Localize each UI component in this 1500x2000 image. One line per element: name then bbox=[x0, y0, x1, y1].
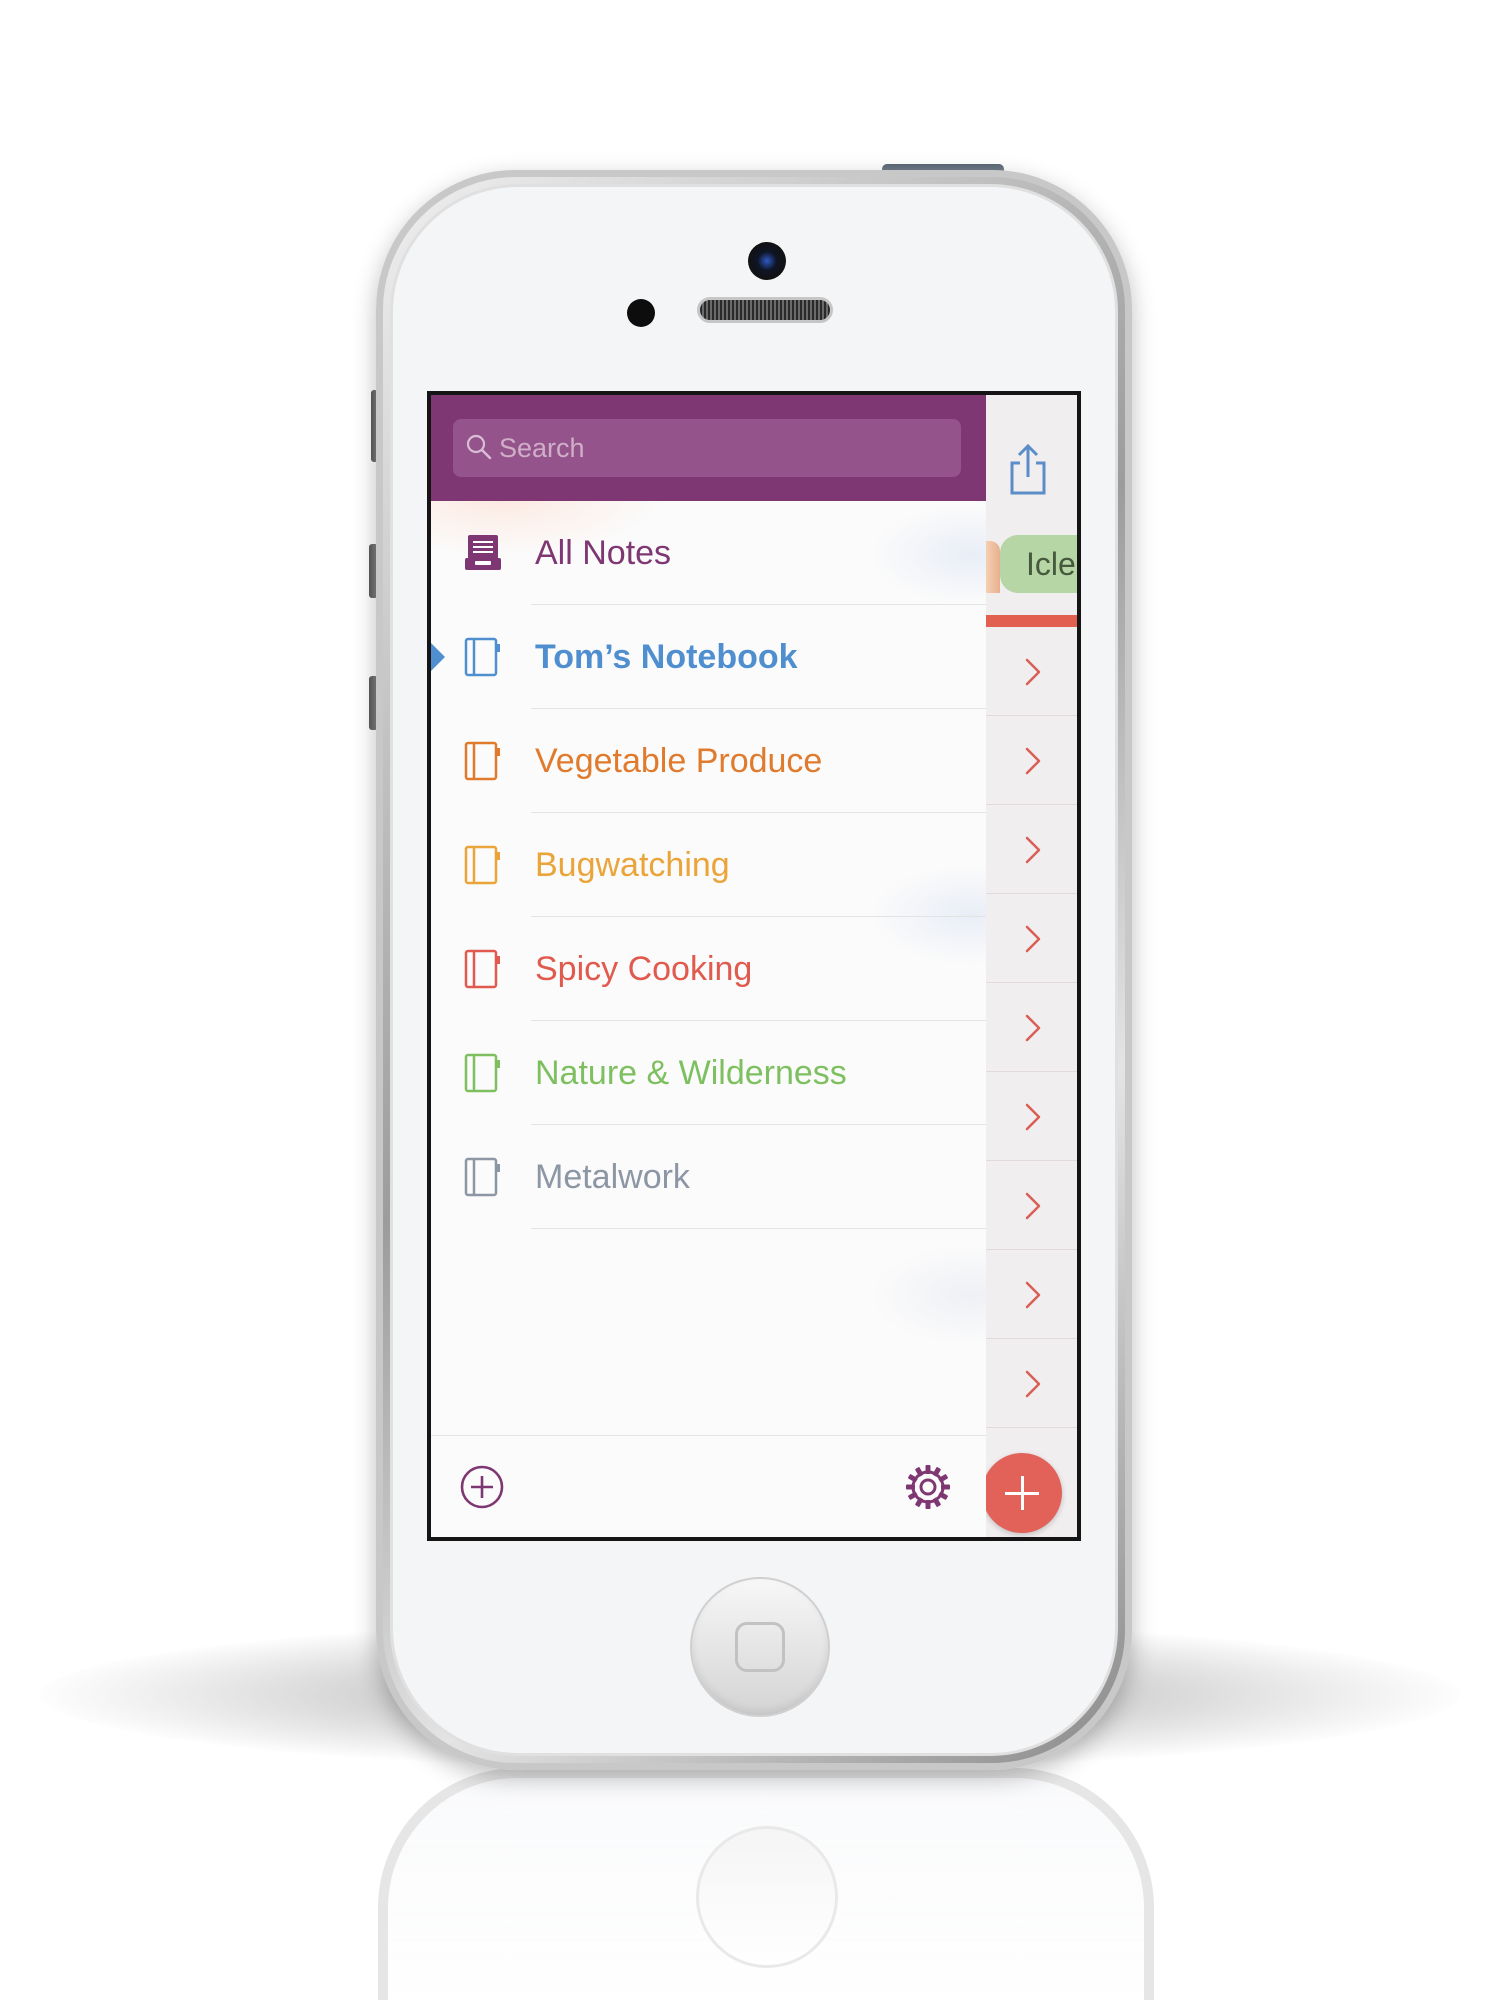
notes-pane: Icle bbox=[986, 395, 1077, 1537]
device-mockup: Icle All Notes Tom’s Notebook Vegetable Pr… bbox=[0, 0, 1500, 2000]
new-note-button[interactable] bbox=[982, 1453, 1062, 1533]
chevron-right-icon bbox=[1025, 1103, 1041, 1131]
note-row[interactable] bbox=[986, 983, 1077, 1072]
sidebar-item-label: Tom’s Notebook bbox=[535, 638, 798, 676]
all-notes-icon bbox=[465, 535, 501, 570]
note-row[interactable] bbox=[986, 805, 1077, 894]
share-button[interactable] bbox=[1008, 443, 1048, 497]
sidebar-item-label: Vegetable Produce bbox=[535, 742, 823, 780]
app-screen: Icle All Notes Tom’s Notebook Vegetable Pr… bbox=[427, 391, 1081, 1541]
earpiece-speaker bbox=[697, 297, 833, 323]
notebook-icon bbox=[464, 1053, 500, 1093]
sidebar-item[interactable]: Nature & Wilderness bbox=[431, 1021, 986, 1125]
sidebar-item-label: Metalwork bbox=[535, 1158, 690, 1196]
notebook-icon bbox=[464, 741, 500, 781]
note-thumbnail bbox=[986, 541, 1000, 593]
sidebar-item-label: Bugwatching bbox=[535, 846, 730, 884]
tag-label: Icle bbox=[1026, 546, 1076, 582]
share-icon bbox=[1010, 443, 1046, 495]
search-field[interactable] bbox=[453, 419, 961, 477]
chevron-right-icon bbox=[1025, 925, 1041, 953]
chevron-right-icon bbox=[1025, 747, 1041, 775]
search-input[interactable] bbox=[499, 419, 939, 477]
sidebar-toolbar bbox=[431, 1435, 986, 1537]
note-row[interactable] bbox=[986, 1072, 1077, 1161]
sidebar-item[interactable]: Vegetable Produce bbox=[431, 709, 986, 813]
settings-button[interactable] bbox=[903, 1462, 953, 1512]
note-row[interactable] bbox=[986, 894, 1077, 983]
row-divider bbox=[531, 1228, 986, 1229]
notebook-icon bbox=[464, 637, 500, 677]
reflection-home-button bbox=[696, 1826, 838, 1968]
chevron-right-icon bbox=[1025, 1014, 1041, 1042]
accent-bar bbox=[986, 615, 1077, 627]
notebook-icon bbox=[464, 1157, 500, 1197]
notebook-sidebar: All Notes Tom’s Notebook Vegetable Produce… bbox=[431, 395, 986, 1537]
sidebar-item-label: All Notes bbox=[535, 534, 672, 572]
chevron-right-icon bbox=[1025, 658, 1041, 686]
device-reflection bbox=[378, 1768, 1154, 2000]
sidebar-item[interactable]: Tom’s Notebook bbox=[431, 605, 986, 709]
sidebar-item-label: Nature & Wilderness bbox=[535, 1054, 847, 1092]
sidebar-item-label: Spicy Cooking bbox=[535, 950, 753, 988]
search-icon bbox=[466, 434, 492, 460]
chevron-right-icon bbox=[1025, 1192, 1041, 1220]
note-row[interactable] bbox=[986, 716, 1077, 805]
sidebar-item[interactable]: Spicy Cooking bbox=[431, 917, 986, 1021]
sidebar-item[interactable]: All Notes bbox=[431, 501, 986, 605]
chevron-right-icon bbox=[1025, 1281, 1041, 1309]
sidebar-header bbox=[431, 395, 986, 501]
plus-icon-vertical bbox=[1021, 1476, 1024, 1510]
notebook-list: All Notes Tom’s Notebook Vegetable Produce… bbox=[431, 501, 986, 1229]
sidebar-item[interactable]: Bugwatching bbox=[431, 813, 986, 917]
note-row[interactable] bbox=[986, 1339, 1077, 1428]
chevron-right-icon bbox=[1025, 1370, 1041, 1398]
sidebar-item[interactable]: Metalwork bbox=[431, 1125, 986, 1229]
note-row[interactable] bbox=[986, 627, 1077, 716]
note-row[interactable] bbox=[986, 1250, 1077, 1339]
front-camera bbox=[748, 242, 786, 280]
add-notebook-button[interactable] bbox=[459, 1464, 505, 1510]
notebook-icon bbox=[464, 949, 500, 989]
notebook-icon bbox=[464, 845, 500, 885]
proximity-sensor bbox=[627, 299, 655, 327]
home-button[interactable] bbox=[690, 1577, 830, 1717]
selection-marker bbox=[431, 643, 445, 671]
note-row[interactable] bbox=[986, 1161, 1077, 1250]
tag-pill[interactable]: Icle bbox=[1000, 535, 1077, 593]
chevron-right-icon bbox=[1025, 836, 1041, 864]
home-button-square bbox=[735, 1622, 785, 1672]
